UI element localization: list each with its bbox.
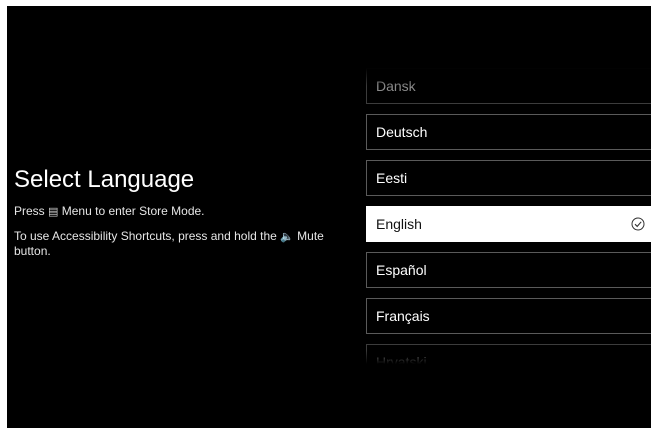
store-mode-suffix: Menu to enter Store Mode.: [58, 204, 205, 218]
info-panel: Select Language Press ▤ Menu to enter St…: [14, 166, 344, 268]
language-item-label: Deutsch: [376, 124, 428, 140]
language-item-label: Español: [376, 262, 427, 278]
accessibility-prefix: To use Accessibility Shortcuts, press an…: [14, 229, 281, 243]
language-item-english[interactable]: English: [366, 206, 651, 242]
language-item-label: Dansk: [376, 78, 416, 94]
tv-screen: Select Language Press ▤ Menu to enter St…: [7, 6, 651, 428]
language-list[interactable]: Dansk Deutsch Eesti English Español Fran…: [366, 68, 651, 364]
language-item-dansk[interactable]: Dansk: [366, 68, 651, 104]
language-item-hrvatski[interactable]: Hrvatski: [366, 344, 651, 364]
page-title: Select Language: [14, 166, 195, 193]
language-item-deutsch[interactable]: Deutsch: [366, 114, 651, 150]
language-item-label: English: [376, 216, 422, 232]
language-item-eesti[interactable]: Eesti: [366, 160, 651, 196]
mute-icon: 🔈: [280, 231, 294, 243]
language-item-label: Eesti: [376, 170, 408, 186]
language-item-francais[interactable]: Français: [366, 298, 651, 334]
language-item-label: Hrvatski: [376, 354, 427, 364]
language-item-espanol[interactable]: Español: [366, 252, 651, 288]
store-mode-prefix: Press: [14, 204, 49, 218]
accessibility-hint: To use Accessibility Shortcuts, press an…: [14, 229, 344, 258]
store-mode-hint: Press ▤ Menu to enter Store Mode.: [14, 204, 344, 219]
language-item-label: Français: [376, 308, 430, 324]
check-circle-icon: [631, 217, 645, 231]
menu-icon: ▤: [48, 206, 59, 218]
